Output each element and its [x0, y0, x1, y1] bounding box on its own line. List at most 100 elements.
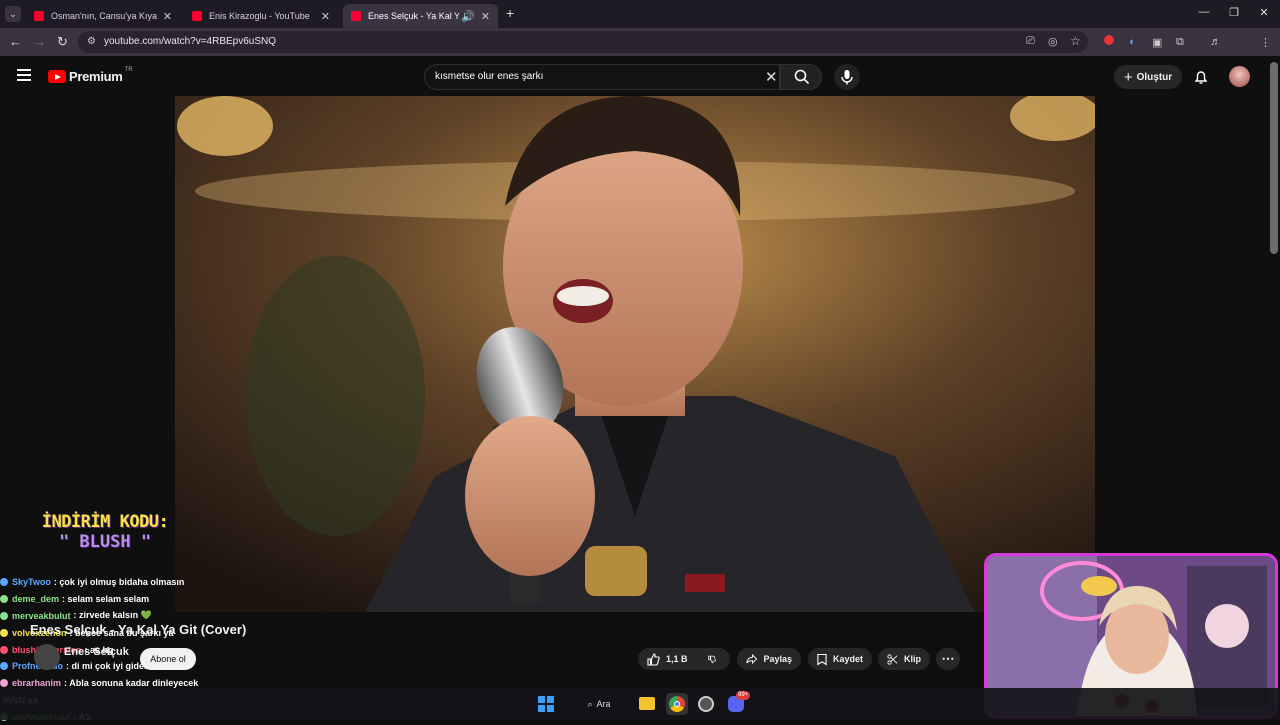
- install-icon[interactable]: ⎚: [1026, 35, 1035, 48]
- chrome-icon[interactable]: [666, 693, 688, 715]
- clear-search-icon[interactable]: ✕: [765, 68, 778, 86]
- close-window-icon[interactable]: ✕: [1254, 6, 1274, 19]
- browser-tab-3[interactable]: Enes Selçuk - Ya Kal Ya Git ( 🔊 ✕: [343, 4, 498, 28]
- create-button[interactable]: + Oluştur: [1114, 65, 1182, 89]
- extensions-puzzle-icon[interactable]: ⧉: [1176, 36, 1184, 49]
- video-title: Enes Selçuk - Ya Kal Ya Git (Cover): [30, 622, 247, 637]
- chat-username: deme_dem: [12, 594, 60, 605]
- bookmark-icon: [817, 653, 827, 666]
- scissors-icon: [887, 653, 898, 665]
- menu-icon[interactable]: [17, 69, 31, 81]
- back-icon[interactable]: ←: [9, 34, 22, 49]
- tab-search-icon[interactable]: ⌄: [5, 6, 21, 22]
- windows-taskbar: ⌕ Ara 99+: [0, 688, 1280, 720]
- like-button[interactable]: 1,1 B: [638, 648, 700, 670]
- windows-start-icon[interactable]: [538, 696, 554, 712]
- chat-message: SkyTwoo: çok iyi olmuş bidaha olmasın: [0, 574, 260, 591]
- taskbar-search-label: Ara: [596, 699, 611, 709]
- share-label: Paylaş: [763, 654, 792, 664]
- extension-icon[interactable]: [1104, 35, 1114, 45]
- search-input[interactable]: kısmetse olur enes şarkı ✕: [424, 64, 780, 90]
- account-avatar[interactable]: [1229, 66, 1250, 87]
- browser-tab-title: Osman'nın, Cansu'ya Kıyafet Ay: [51, 11, 157, 21]
- youtube-favicon-icon: [34, 11, 44, 21]
- share-icon: [746, 653, 758, 665]
- discount-code-overlay: İNDİRİM KODU: " BLUSH ": [30, 512, 180, 552]
- clip-label: Klip: [904, 654, 921, 664]
- youtube-favicon-icon: [351, 11, 361, 21]
- chat-text: : zirvede kalsın 💚: [73, 610, 152, 621]
- browser-tab-title: Enes Selçuk - Ya Kal Ya Git (: [368, 11, 460, 21]
- notification-badge: 99+: [736, 691, 751, 700]
- chat-badge-icon: [0, 578, 8, 587]
- chat-badge-icon: [0, 662, 8, 671]
- tracking-icon[interactable]: ◎: [1048, 35, 1058, 48]
- taskbar-search-button[interactable]: ⌕ Ara: [574, 693, 624, 715]
- chat-username: merveakbulut: [12, 610, 71, 621]
- page-scrollbar[interactable]: [1270, 62, 1278, 254]
- browser-menu-icon[interactable]: ⋮: [1260, 36, 1271, 49]
- chat-text: : di mi çok iyi gider: [66, 661, 148, 672]
- app-icon[interactable]: [698, 696, 714, 712]
- logo-wordmark: Premium: [69, 69, 123, 84]
- youtube-premium-logo[interactable]: Premium TR: [48, 66, 133, 84]
- plus-icon: +: [1123, 68, 1133, 86]
- notifications-bell-icon[interactable]: [1193, 69, 1209, 85]
- search-icon: ⌕: [587, 698, 593, 709]
- chat-badge-icon: [0, 611, 8, 620]
- reload-icon[interactable]: ↻: [57, 34, 68, 50]
- extension-icon[interactable]: ◖: [1128, 36, 1135, 48]
- close-tab-icon[interactable]: ✕: [163, 10, 172, 23]
- thumbs-down-icon: [708, 655, 716, 663]
- extension-icon[interactable]: ▣: [1152, 36, 1162, 49]
- save-button[interactable]: Kaydet: [808, 648, 872, 670]
- video-frame-image: [175, 96, 1095, 612]
- browser-tab-strip: ⌄ Osman'nın, Cansu'ya Kıyafet Ay ✕ Enis …: [0, 0, 1280, 28]
- search-icon: [794, 69, 810, 85]
- chat-text: : çok iyi olmuş bidaha olmasın: [53, 577, 185, 588]
- voice-search-button[interactable]: [834, 64, 860, 90]
- site-info-icon[interactable]: ⚙: [87, 36, 96, 47]
- region-code: TR: [124, 66, 133, 73]
- youtube-favicon-icon: [192, 11, 202, 21]
- save-label: Kaydet: [832, 654, 863, 664]
- media-control-icon[interactable]: ♬: [1210, 36, 1221, 48]
- close-tab-icon[interactable]: ✕: [321, 10, 330, 23]
- chat-username: SkyTwoo: [12, 577, 51, 588]
- search-button[interactable]: [780, 64, 822, 90]
- minimize-icon[interactable]: —: [1194, 6, 1214, 18]
- file-explorer-icon[interactable]: [639, 697, 655, 710]
- microphone-icon: [841, 70, 853, 85]
- video-player[interactable]: [175, 96, 1095, 612]
- address-bar[interactable]: ⚙ youtube.com/watch?v=4RBEpv6uSNQ ⎚ ◎ ☆: [78, 31, 1088, 53]
- channel-avatar[interactable]: [34, 644, 60, 670]
- chat-message: deme_dem: selam selam selam: [0, 591, 260, 608]
- chat-badge-icon: [0, 595, 8, 604]
- youtube-header: Premium TR kısmetse olur enes şarkı ✕ + …: [0, 56, 1280, 96]
- bookmark-star-icon[interactable]: ☆: [1070, 34, 1081, 48]
- chat-badge-icon: [0, 679, 8, 688]
- chat-badge-icon: [0, 645, 8, 654]
- thumbs-up-icon: [647, 652, 660, 666]
- forward-icon[interactable]: →: [33, 34, 46, 49]
- restore-icon[interactable]: ❐: [1224, 6, 1244, 19]
- chat-username: ebrarhanim: [12, 678, 62, 689]
- like-count: 1,1 B: [666, 654, 688, 664]
- more-actions-button[interactable]: ⋯: [936, 648, 960, 670]
- subscribe-button[interactable]: Abone ol: [140, 648, 196, 670]
- new-tab-button[interactable]: +: [506, 5, 514, 21]
- browser-tab-title: Enis Kirazoglu - YouTube: [209, 11, 310, 21]
- youtube-play-icon: [48, 70, 66, 83]
- chat-text: : selam selam selam: [62, 594, 150, 605]
- browser-tab-2[interactable]: Enis Kirazoglu - YouTube ✕: [184, 4, 338, 28]
- dislike-button[interactable]: [700, 648, 730, 670]
- browser-tab-1[interactable]: Osman'nın, Cansu'ya Kıyafet Ay ✕: [26, 4, 180, 28]
- promo-line-1: İNDİRİM KODU:: [41, 512, 169, 532]
- promo-line-2: " BLUSH ": [58, 532, 152, 552]
- share-button[interactable]: Paylaş: [737, 648, 801, 670]
- speaker-icon[interactable]: 🔊: [461, 10, 475, 23]
- clip-button[interactable]: Klip: [878, 648, 930, 670]
- close-tab-icon[interactable]: ✕: [481, 10, 490, 23]
- url-text: youtube.com/watch?v=4RBEpv6uSNQ: [104, 36, 277, 47]
- channel-name[interactable]: Enes Selçuk: [64, 646, 129, 658]
